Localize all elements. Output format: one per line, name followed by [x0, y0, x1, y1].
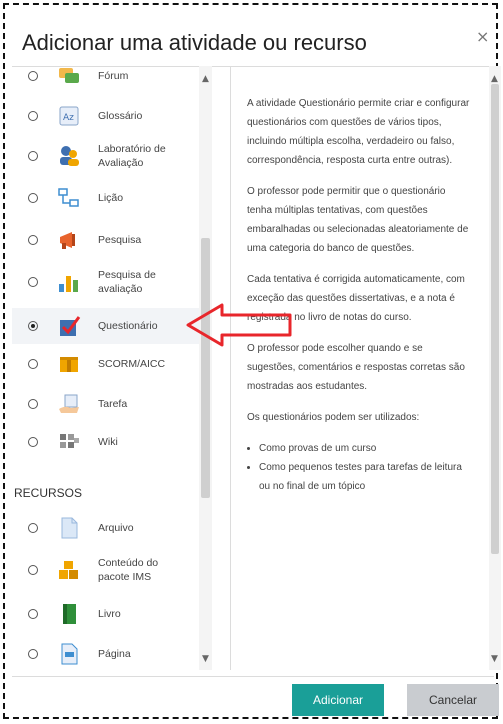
page-icon	[56, 641, 82, 667]
scrollbar-thumb[interactable]	[201, 238, 210, 498]
list-item-book[interactable]: Livro	[12, 596, 212, 632]
radio-button[interactable]	[28, 565, 38, 575]
scroll-up-icon[interactable]: ▲	[491, 74, 498, 84]
list-item-scorm[interactable]: SCORM/AICC	[12, 346, 212, 382]
list-item-survey[interactable]: Pesquisa	[12, 222, 212, 258]
radio-button[interactable]	[28, 277, 38, 287]
item-label: Arquivo	[98, 522, 134, 534]
wiki-icon	[56, 429, 82, 455]
radio-button[interactable]	[28, 151, 38, 161]
description-scrollbar[interactable]: ▲ ▼	[489, 66, 501, 670]
description-bullets: Como provas de um curso Como pequenos te…	[247, 439, 473, 496]
item-label: Glossário	[98, 110, 143, 122]
radio-button[interactable]	[28, 193, 38, 203]
book-icon	[56, 601, 82, 627]
megaphone-icon	[56, 227, 82, 253]
radio-button-selected[interactable]	[28, 321, 38, 331]
description-text: A atividade Questionário permite criar e…	[247, 94, 473, 496]
resource-list: Arquivo Conteúdo do pacote IMS Livro Pág…	[12, 506, 230, 678]
description-paragraph: Os questionários podem ser utilizados:	[247, 412, 420, 423]
scroll-down-icon[interactable]: ▼	[491, 654, 498, 664]
list-item-feedback[interactable]: Pesquisa de avaliação	[12, 264, 212, 300]
svg-text:Az: Az	[63, 113, 74, 123]
list-item-workshop[interactable]: Laboratório de Avaliação	[12, 138, 212, 174]
annotation-arrow-icon	[186, 303, 292, 347]
section-heading-recursos: RECURSOS	[14, 486, 83, 500]
footer-divider	[12, 676, 494, 677]
list-item-wiki[interactable]: Wiki	[12, 424, 212, 460]
description-paragraph: A atividade Questionário permite criar e…	[247, 98, 470, 166]
workshop-icon	[56, 143, 82, 169]
bullet-item: Como pequenos testes para tarefas de lei…	[259, 458, 473, 496]
radio-button[interactable]	[28, 609, 38, 619]
description-panel: A atividade Questionário permite criar e…	[230, 66, 491, 670]
item-label: Pesquisa de avaliação	[98, 269, 156, 295]
radio-button[interactable]	[28, 111, 38, 121]
file-icon	[56, 515, 82, 541]
item-label: SCORM/AICC	[98, 358, 166, 370]
cancel-button[interactable]: Cancelar	[407, 684, 499, 716]
list-scrollbar[interactable]: ▲ ▼	[199, 66, 212, 670]
glossary-icon: Az	[56, 103, 82, 129]
list-item-assignment[interactable]: Tarefa	[12, 386, 212, 422]
item-label: Questionário	[98, 320, 158, 332]
hand-document-icon	[56, 391, 82, 417]
item-label: Livro	[98, 608, 121, 620]
close-icon[interactable]: ×	[476, 27, 489, 46]
scroll-up-icon[interactable]: ▲	[202, 74, 209, 84]
radio-button[interactable]	[28, 235, 38, 245]
bar-chart-icon	[56, 269, 82, 295]
radio-button[interactable]	[28, 359, 38, 369]
item-label: Conteúdo do pacote IMS	[98, 557, 159, 583]
scroll-down-icon[interactable]: ▼	[202, 654, 209, 664]
item-label: Pesquisa	[98, 234, 142, 246]
item-label: Fórum	[98, 70, 129, 82]
package-icon	[56, 351, 82, 377]
description-paragraph: O professor pode permitir que o question…	[247, 186, 469, 254]
radio-button[interactable]	[28, 649, 38, 659]
list-item-file[interactable]: Arquivo	[12, 510, 212, 546]
item-label: Tarefa	[98, 398, 128, 410]
radio-button[interactable]	[28, 71, 38, 81]
item-label: Wiki	[98, 436, 118, 448]
scrollbar-thumb[interactable]	[491, 84, 499, 554]
item-label: Página	[98, 648, 131, 660]
dialog-title: Adicionar uma atividade ou recurso	[22, 30, 367, 55]
bullet-item: Como provas de um curso	[259, 439, 473, 458]
list-item-lesson[interactable]: Lição	[12, 180, 212, 216]
lesson-icon	[56, 185, 82, 211]
list-item-forum[interactable]: Fórum	[12, 66, 212, 94]
forum-icon	[56, 66, 82, 89]
radio-button[interactable]	[28, 523, 38, 533]
list-item-page[interactable]: Página	[12, 636, 212, 672]
ims-package-icon	[56, 557, 82, 583]
item-label: Lição	[98, 192, 124, 204]
checkmark-icon	[56, 313, 82, 339]
list-item-glossary[interactable]: Az Glossário	[12, 98, 212, 134]
radio-button[interactable]	[28, 399, 38, 409]
item-label: Laboratório de Avaliação	[98, 143, 166, 169]
radio-button[interactable]	[28, 437, 38, 447]
list-item-ims-package[interactable]: Conteúdo do pacote IMS	[12, 552, 212, 588]
add-button[interactable]: Adicionar	[292, 684, 384, 716]
